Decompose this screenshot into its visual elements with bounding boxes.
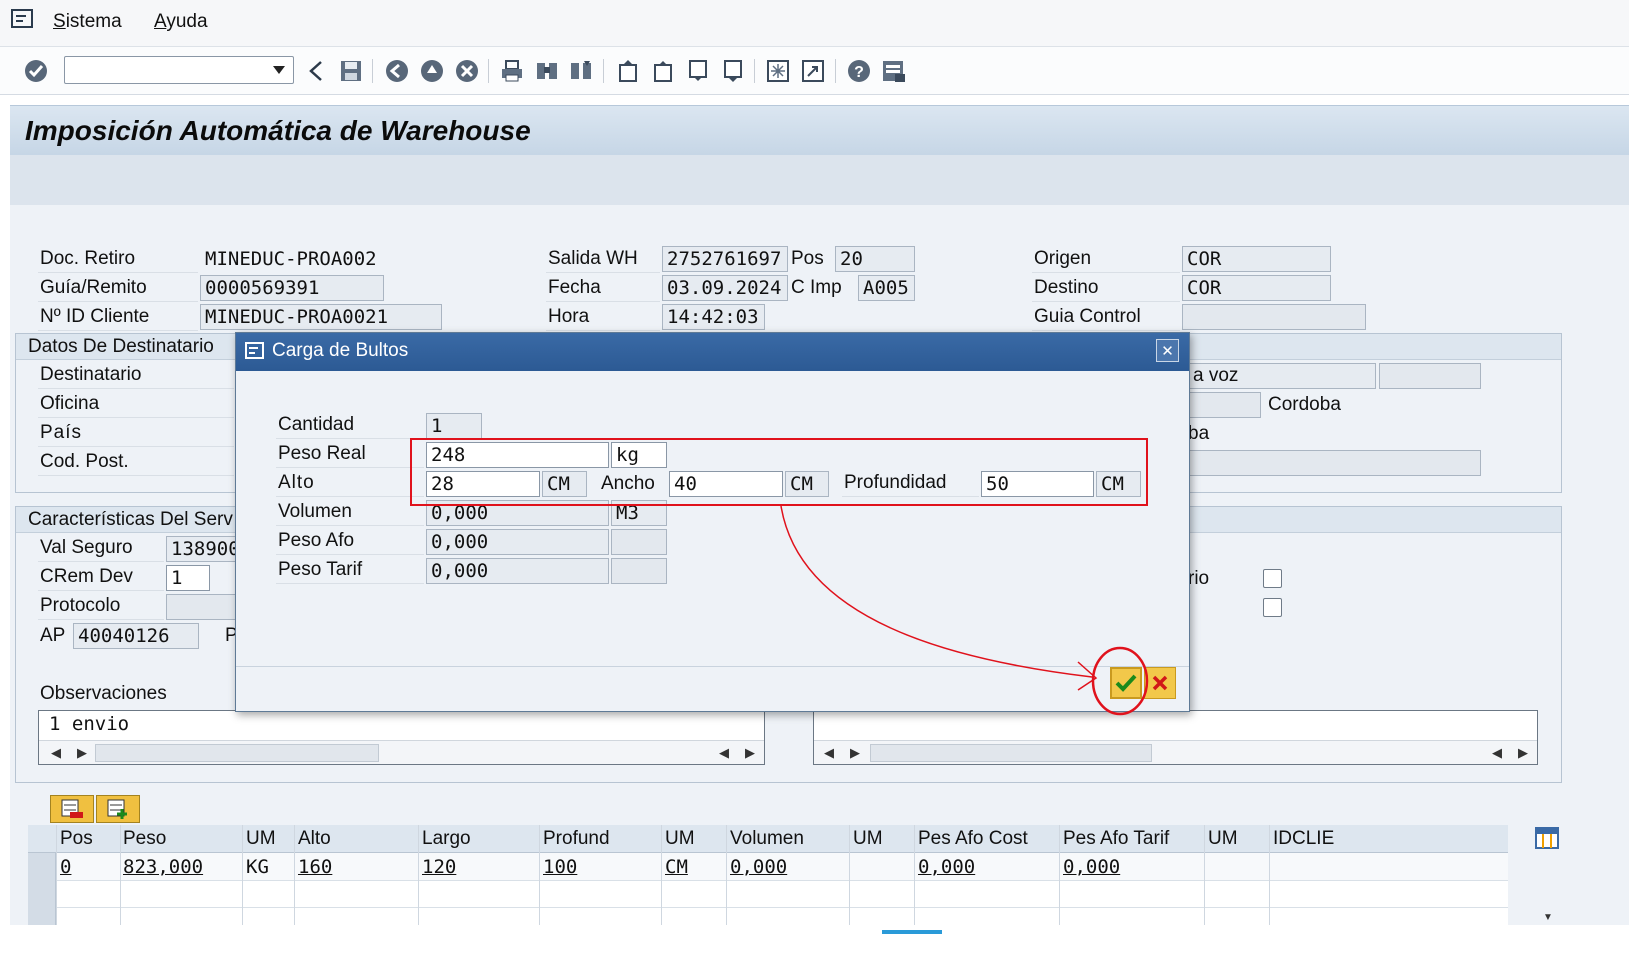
annotation-arrow	[780, 505, 1149, 716]
